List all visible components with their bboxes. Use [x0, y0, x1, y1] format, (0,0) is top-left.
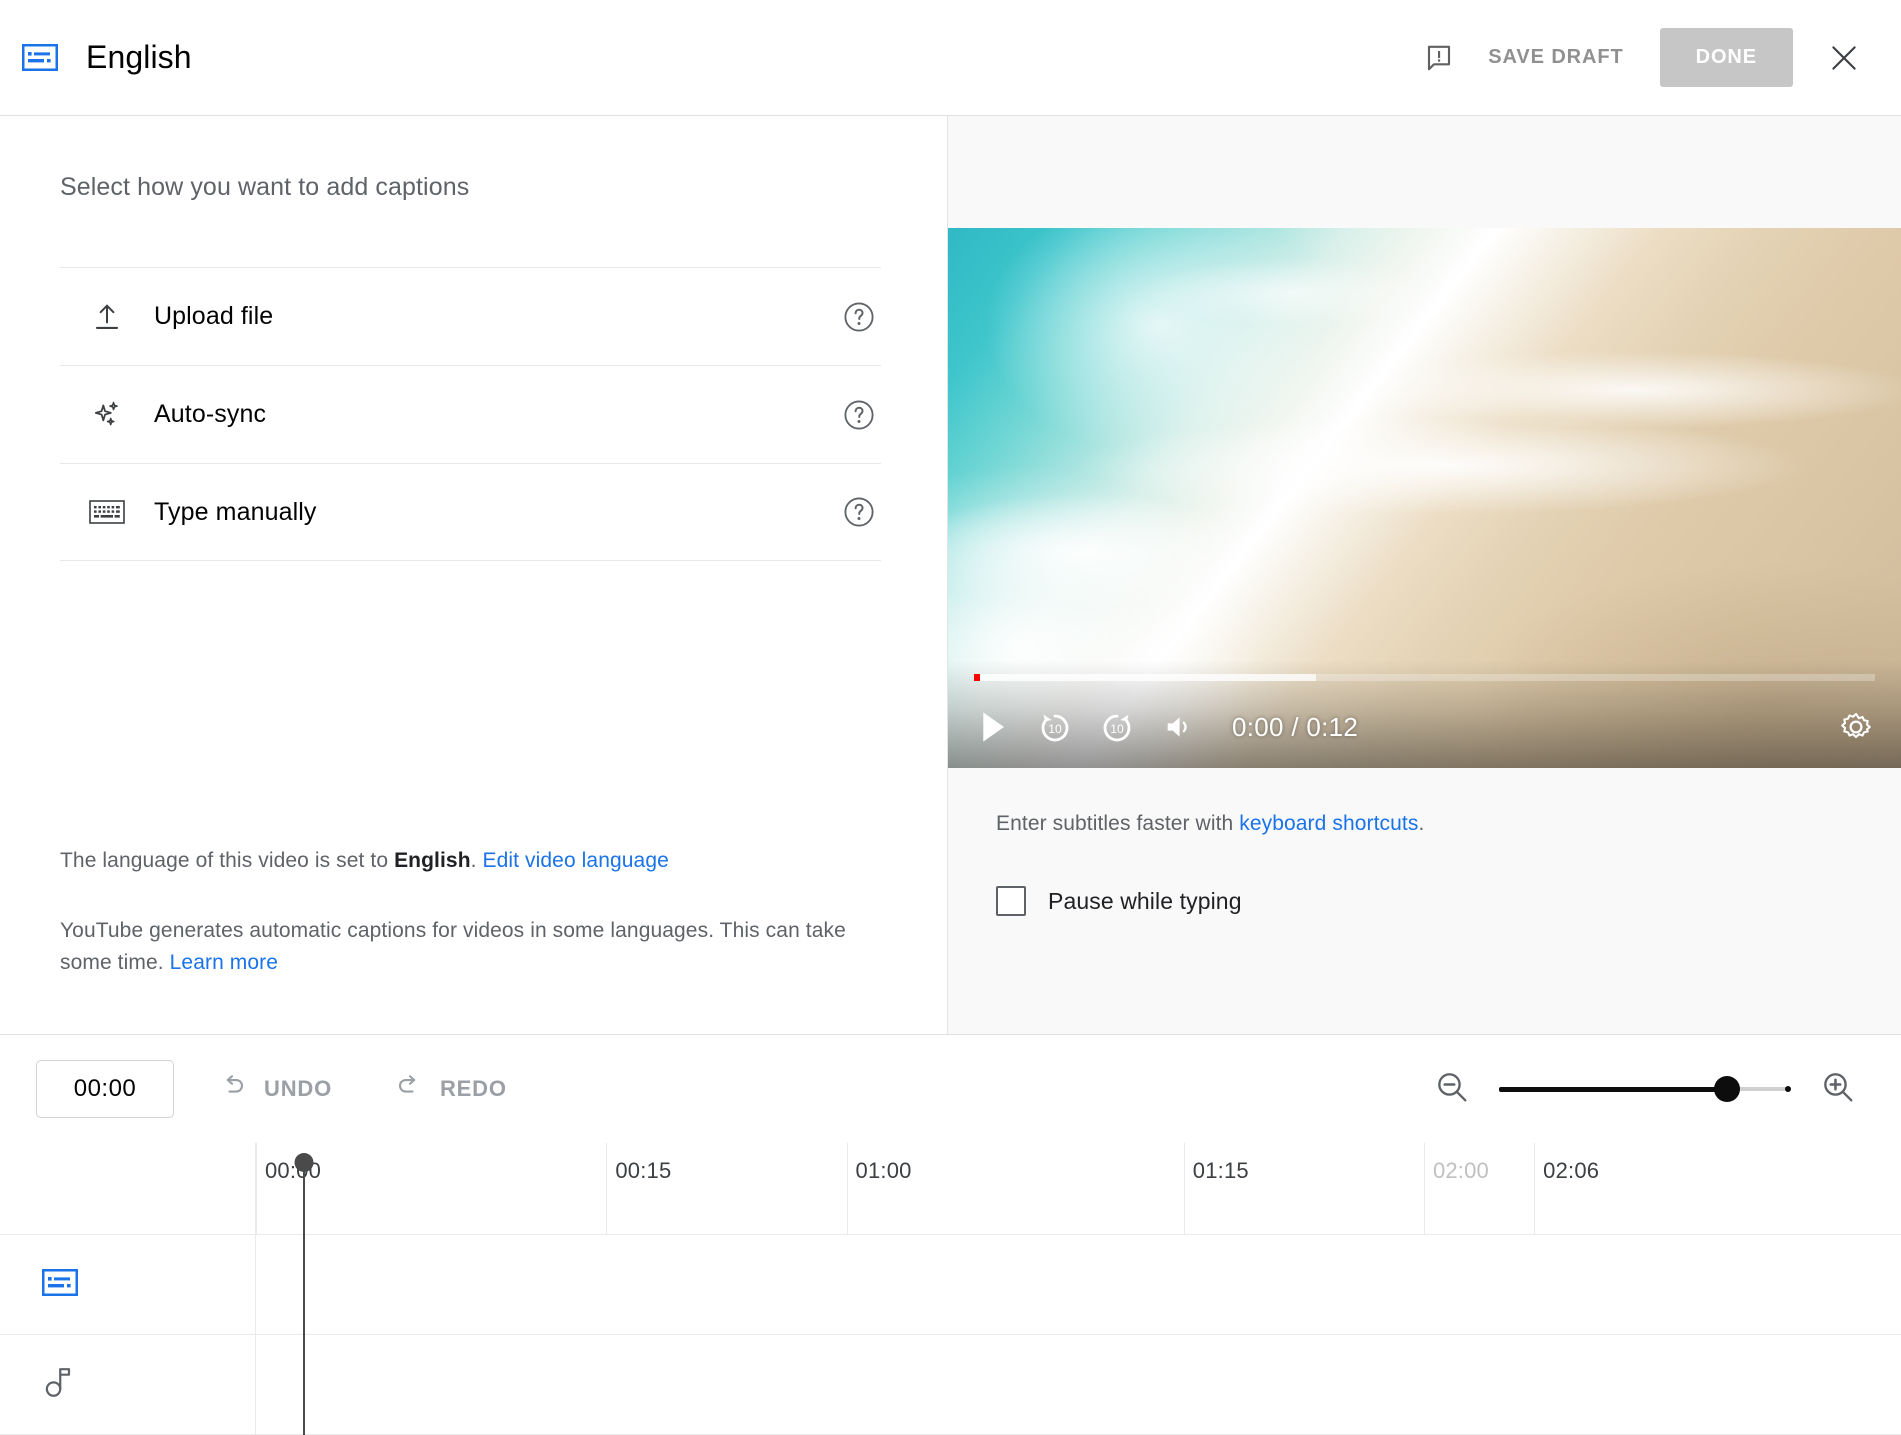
- play-icon[interactable]: [962, 696, 1024, 758]
- ruler-tick-label: 02:06: [1543, 1158, 1600, 1183]
- zoom-out-icon[interactable]: [1433, 1068, 1471, 1111]
- volume-icon[interactable]: [1148, 696, 1210, 758]
- redo-label: REDO: [439, 1076, 507, 1101]
- hint-suffix: .: [1418, 812, 1425, 835]
- method-auto-sync[interactable]: Auto-sync: [60, 365, 881, 463]
- zoom-controls: [1433, 1068, 1857, 1111]
- progress-bar[interactable]: [974, 674, 1875, 681]
- undo-label: UNDO: [264, 1076, 332, 1101]
- subtitle-hints: Enter subtitles faster with keyboard sho…: [948, 768, 1901, 916]
- language-note-suffix: .: [470, 849, 483, 873]
- progress-buffered: [974, 674, 1317, 681]
- timeline-playhead[interactable]: [294, 1153, 314, 1435]
- editor-header: English SAVE DRAFT DONE: [0, 0, 1901, 116]
- zoom-slider[interactable]: [1499, 1076, 1791, 1102]
- method-label: Upload file: [154, 302, 274, 330]
- svg-text:10: 10: [1048, 722, 1062, 736]
- ruler-tick: 01:15: [1183, 1143, 1249, 1234]
- redo-button[interactable]: REDO: [376, 1061, 525, 1117]
- feedback-flag-icon[interactable]: [1410, 29, 1468, 87]
- undo-arrow-icon: [218, 1071, 248, 1107]
- language-value: English: [394, 849, 471, 873]
- captions-editor: English SAVE DRAFT DONE Select how you w…: [0, 0, 1901, 1435]
- pause-while-typing-label: Pause while typing: [1048, 887, 1242, 914]
- svg-text:10: 10: [1110, 722, 1124, 736]
- ruler-tick-label: 00:15: [615, 1158, 672, 1183]
- player-control-row: 10 10 0:00 / 0:12: [962, 686, 1887, 768]
- ruler-tick: 01:00: [846, 1143, 911, 1234]
- timeline-track-subtitles[interactable]: [0, 1235, 1901, 1335]
- timeline-toolbar: 00:00 UNDO REDO: [0, 1035, 1901, 1143]
- settings-gear-icon[interactable]: [1825, 696, 1887, 758]
- page-title: English: [86, 39, 192, 75]
- learn-more-link[interactable]: Learn more: [170, 951, 278, 974]
- time-display: 0:00 / 0:12: [1232, 711, 1359, 742]
- timeline-ruler[interactable]: 00:00 00:15 01:00 01:15 02:00 02:06: [0, 1143, 1901, 1235]
- slider-end-tick: [1785, 1086, 1791, 1092]
- caption-method-panel: Select how you want to add captions Uplo…: [0, 116, 948, 1034]
- progress-played: [974, 674, 981, 681]
- edit-video-language-link[interactable]: Edit video language: [483, 849, 669, 872]
- player-controls: 10 10 0:00 / 0:12: [948, 660, 1901, 768]
- help-icon[interactable]: [837, 495, 881, 529]
- save-draft-button[interactable]: SAVE DRAFT: [1468, 32, 1643, 83]
- editor-body: Select how you want to add captions Uplo…: [0, 116, 1901, 1035]
- track-body-audio[interactable]: [256, 1335, 1901, 1434]
- sparkles-icon: [60, 398, 154, 432]
- closed-captions-icon: [41, 1268, 79, 1301]
- zoom-in-icon[interactable]: [1819, 1068, 1857, 1111]
- keyboard-shortcuts-link[interactable]: keyboard shortcuts: [1239, 812, 1418, 835]
- video-preview-panel: 10 10 0:00 / 0:12 Enter subtitles faster…: [948, 116, 1901, 1034]
- slider-fill: [1499, 1086, 1727, 1092]
- language-note-prefix: The language of this video is set to: [60, 849, 395, 873]
- video-top-spacer: [948, 116, 1901, 228]
- track-head-audio: [0, 1335, 256, 1434]
- done-button[interactable]: DONE: [1659, 28, 1793, 87]
- closed-captions-icon: [21, 43, 59, 72]
- slider-thumb[interactable]: [1713, 1076, 1740, 1102]
- help-icon[interactable]: [837, 398, 881, 432]
- video-player[interactable]: 10 10 0:00 / 0:12: [948, 228, 1901, 768]
- music-note-icon: [42, 1365, 74, 1404]
- panel-footer: The language of this video is set to Eng…: [60, 845, 881, 1034]
- pause-while-typing-checkbox[interactable]: [996, 886, 1026, 916]
- ruler-tick: 00:15: [606, 1143, 671, 1234]
- timeline-track-audio[interactable]: [0, 1335, 1901, 1435]
- method-label: Auto-sync: [154, 400, 267, 428]
- panel-heading: Select how you want to add captions: [60, 173, 470, 201]
- method-upload-file[interactable]: Upload file: [60, 267, 881, 365]
- track-body-subtitles[interactable]: [256, 1235, 1901, 1334]
- header-actions: SAVE DRAFT DONE: [1410, 28, 1873, 87]
- ruler-tick-label: 02:00: [1432, 1158, 1489, 1183]
- hint-prefix: Enter subtitles faster with: [996, 812, 1240, 835]
- playhead-knob[interactable]: [294, 1153, 314, 1172]
- method-type-manually[interactable]: Type manually: [60, 463, 881, 561]
- forward-10-icon[interactable]: 10: [1086, 696, 1148, 758]
- replay-10-icon[interactable]: 10: [1024, 696, 1086, 758]
- caption-method-list: Upload file Auto-sync Type manually: [60, 267, 881, 561]
- ruler-tick: 00:00: [256, 1143, 321, 1234]
- ruler-tick-label: 01:15: [1192, 1158, 1249, 1183]
- close-icon[interactable]: [1815, 29, 1873, 87]
- redo-arrow-icon: [394, 1071, 424, 1107]
- ruler-tick: 02:00: [1423, 1143, 1489, 1234]
- video-language-note: The language of this video is set to Eng…: [60, 845, 881, 877]
- keyboard-shortcuts-hint: Enter subtitles faster with keyboard sho…: [996, 812, 1855, 836]
- ruler-tick-label: 01:00: [855, 1158, 912, 1183]
- timeline: 00:00 00:15 01:00 01:15 02:00 02:06: [0, 1143, 1901, 1435]
- method-label: Type manually: [154, 497, 317, 526]
- ruler-gutter: [0, 1143, 256, 1234]
- help-icon[interactable]: [837, 300, 881, 334]
- auto-captions-note: YouTube generates automatic captions for…: [60, 915, 878, 980]
- track-head-subtitles: [0, 1235, 256, 1334]
- keyboard-icon: [60, 498, 154, 526]
- timecode-input[interactable]: 00:00: [36, 1060, 174, 1118]
- header-left-group: English: [21, 39, 192, 76]
- ruler-tick: 02:06: [1534, 1143, 1599, 1234]
- upload-icon: [60, 301, 154, 333]
- pause-while-typing-row[interactable]: Pause while typing: [996, 886, 1855, 916]
- undo-button[interactable]: UNDO: [200, 1061, 350, 1117]
